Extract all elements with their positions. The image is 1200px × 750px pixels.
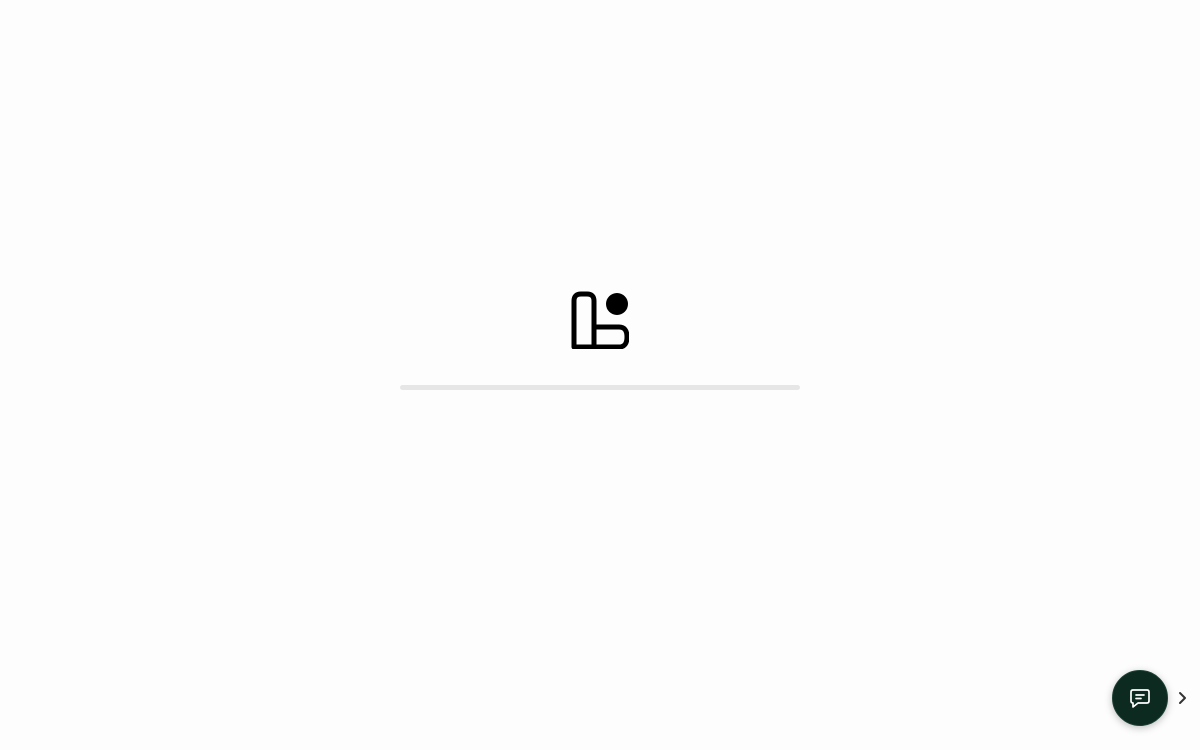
loading-progress-bar [400,385,800,390]
chat-icon [1129,687,1151,709]
chevron-right-icon[interactable] [1174,689,1190,707]
loading-screen [0,0,1200,750]
app-logo-icon [571,291,629,349]
chat-launcher-button[interactable] [1112,670,1168,726]
